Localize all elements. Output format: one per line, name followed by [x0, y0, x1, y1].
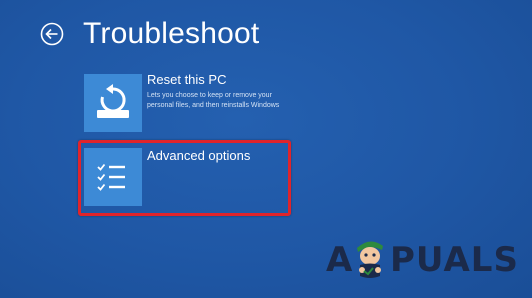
mascot-icon [357, 241, 383, 278]
reset-tile [84, 74, 142, 132]
troubleshoot-screen: Troubleshoot Reset this PC Lets you choo… [0, 0, 532, 298]
reset-this-pc-option[interactable]: Reset this PC Lets you choose to keep or… [84, 72, 304, 134]
back-arrow-icon [40, 22, 64, 46]
back-button[interactable] [40, 22, 64, 46]
highlight-box [78, 140, 291, 216]
reset-pc-icon [97, 84, 129, 118]
watermark-text-right: PUALS [390, 240, 519, 280]
appuals-watermark: A PUALS [326, 234, 526, 284]
reset-option-title: Reset this PC [147, 72, 227, 87]
watermark-text-left: A [326, 240, 354, 280]
page-title: Troubleshoot [83, 17, 260, 50]
reset-option-description: Lets you choose to keep or remove your p… [147, 92, 280, 109]
